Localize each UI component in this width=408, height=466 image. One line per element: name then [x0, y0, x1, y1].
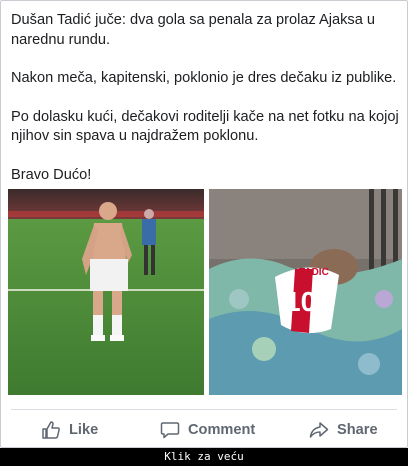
post-paragraph: Bravo Dućo! — [11, 166, 92, 183]
share-label: Share — [337, 422, 378, 438]
shirt-number-text: 10 — [285, 286, 316, 317]
thumbs-up-icon — [42, 421, 60, 439]
photo-player-on-pitch[interactable] — [8, 189, 204, 395]
actions-divider — [11, 409, 397, 410]
enlarge-link[interactable]: Klik za veću — [0, 448, 408, 466]
share-arrow-icon — [309, 422, 329, 438]
like-label: Like — [69, 422, 99, 438]
post-paragraph: Nakon meča, kapitenski, poklonio je dres… — [11, 70, 397, 86]
post-paragraph: Dušan Tadić juče: dva gola sa penala za … — [11, 12, 375, 48]
comment-label: Comment — [188, 422, 256, 438]
comment-bubble-icon — [160, 422, 180, 439]
post-text: Dušan Tadić juče: dva gola sa penala za … — [11, 11, 403, 204]
post-actions: Like Comment Share — [1, 413, 408, 447]
share-button[interactable]: Share — [309, 413, 378, 447]
shirt-name-text: TADIC — [299, 267, 329, 278]
comment-button[interactable]: Comment — [160, 413, 255, 447]
like-button[interactable]: Like — [41, 413, 98, 447]
post-paragraph: Po dolasku kući, dečakovi roditelji kače… — [11, 108, 399, 145]
photo-boy-sleeping[interactable]: TADIC 10 — [209, 189, 402, 395]
post-card: Dušan Tadić juče: dva gola sa penala za … — [0, 0, 408, 448]
photo-collage[interactable]: TADIC 10 — [8, 189, 402, 395]
